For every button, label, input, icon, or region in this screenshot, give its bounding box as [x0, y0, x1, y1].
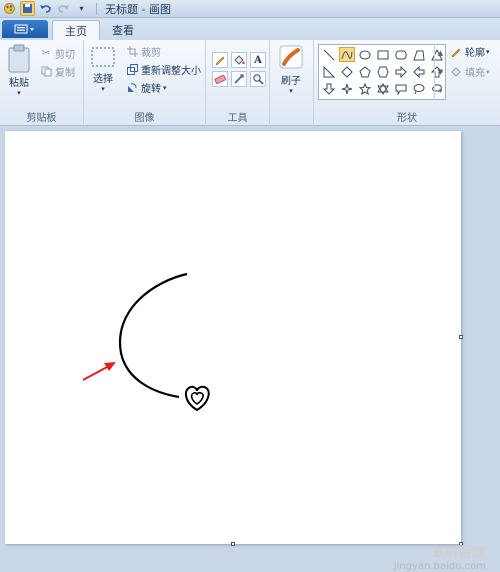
- paste-label: 粘贴: [9, 78, 29, 89]
- tools-group: A 工具: [206, 40, 270, 126]
- undo-icon[interactable]: [38, 1, 53, 16]
- paste-icon: [8, 44, 30, 73]
- window-title: 无标题 - 画图: [105, 2, 171, 16]
- diamond-shape-icon[interactable]: [339, 64, 355, 79]
- watermark-logo: Bai百度: [433, 545, 486, 561]
- oval-callout-shape-icon[interactable]: [411, 81, 427, 96]
- fill-button[interactable]: 填充 ▾: [450, 64, 490, 79]
- six-point-star-shape-icon[interactable]: [375, 81, 391, 96]
- cut-label: 剪切: [55, 50, 75, 61]
- canvas-resize-handle-bottom[interactable]: [231, 542, 235, 546]
- copy-icon: [40, 66, 52, 78]
- drawing-canvas[interactable]: [5, 131, 463, 546]
- drawn-curve: [118, 272, 188, 399]
- polygon-shape-icon[interactable]: [411, 47, 427, 62]
- tab-home[interactable]: 主页: [52, 20, 100, 40]
- paint-app-icon[interactable]: [2, 1, 17, 16]
- resize-icon: [126, 64, 138, 76]
- magnifier-icon[interactable]: [250, 71, 266, 87]
- right-arrow-shape-icon[interactable]: [393, 64, 409, 79]
- resize-label: 重新调整大小: [141, 66, 201, 77]
- left-arrow-shape-icon[interactable]: [411, 64, 427, 79]
- tools-grid: A: [212, 52, 266, 87]
- scissors-icon: ✂: [41, 48, 51, 59]
- watermark-url: jingyan.baidu.com: [393, 561, 486, 572]
- crop-button[interactable]: 裁剪: [126, 44, 161, 59]
- rotate-button[interactable]: 旋转 ▾: [126, 80, 167, 95]
- cut-button[interactable]: ✂ 剪切: [40, 46, 75, 61]
- app-menu-button[interactable]: [2, 20, 48, 38]
- title-bar: ▾ 无标题 - 画图: [0, 0, 500, 18]
- outline-icon: [450, 46, 462, 58]
- brush-icon: [279, 45, 303, 69]
- rounded-rectangle-shape-icon[interactable]: [393, 47, 409, 62]
- color-picker-icon[interactable]: [231, 71, 247, 87]
- clipboard-group: 粘贴 ▾ ✂ 剪切 复制 剪贴板: [0, 40, 84, 126]
- fill-label: 填充: [465, 68, 485, 79]
- outline-button[interactable]: 轮廓 ▾: [450, 44, 490, 59]
- ribbon: 粘贴 ▾ ✂ 剪切 复制 剪贴板 选择 ▾ 裁剪 重新调整大小 旋转 ▾ 图像 …: [0, 40, 500, 126]
- pencil-icon[interactable]: [212, 52, 228, 68]
- hexagon-shape-icon[interactable]: [375, 64, 391, 79]
- oval-shape-icon[interactable]: [357, 47, 373, 62]
- rectangle-shape-icon[interactable]: [375, 47, 391, 62]
- line-shape-icon[interactable]: [321, 47, 337, 62]
- canvas-drawing: [82, 272, 210, 412]
- brushes-button[interactable]: 刷子 ▾: [278, 44, 304, 95]
- crop-label: 裁剪: [141, 48, 161, 59]
- rotate-dropdown-icon[interactable]: ▾: [163, 84, 167, 92]
- save-icon[interactable]: [20, 1, 35, 16]
- tools-group-label: 工具: [227, 113, 248, 124]
- crop-icon: [126, 46, 138, 58]
- drawn-heart: [184, 385, 210, 412]
- fill-bucket-icon[interactable]: [231, 52, 247, 68]
- quick-access-dropdown-icon[interactable]: ▾: [74, 1, 89, 16]
- shapes-gallery: [318, 44, 446, 100]
- rounded-callout-shape-icon[interactable]: [393, 81, 409, 96]
- fill-dropdown-icon[interactable]: ▾: [486, 68, 490, 76]
- brushes-label: 刷子: [281, 76, 301, 87]
- text-tool-icon[interactable]: A: [250, 52, 266, 68]
- rotate-icon: [126, 82, 138, 94]
- eraser-icon[interactable]: [212, 71, 228, 87]
- outline-dropdown-icon[interactable]: ▾: [486, 48, 490, 56]
- redo-icon[interactable]: [56, 1, 71, 16]
- image-group-label: 图像: [134, 113, 155, 124]
- paste-button[interactable]: 粘贴 ▾: [6, 44, 32, 97]
- title-separator: [96, 2, 97, 15]
- outline-label: 轮廓: [465, 48, 485, 59]
- shapes-expand-icon[interactable]: ▾: [439, 87, 443, 95]
- shapes-scroll-up-icon[interactable]: ▲: [438, 49, 443, 57]
- brushes-dropdown-icon[interactable]: ▾: [289, 87, 293, 95]
- copy-button[interactable]: 复制: [40, 64, 75, 79]
- right-triangle-shape-icon[interactable]: [321, 64, 337, 79]
- four-point-star-shape-icon[interactable]: [339, 81, 355, 96]
- fill-icon: [450, 66, 462, 78]
- ribbon-tabs: 主页 查看: [0, 18, 500, 40]
- clipboard-group-label: 剪贴板: [26, 113, 57, 124]
- down-arrow-shape-icon[interactable]: [321, 81, 337, 96]
- shapes-group-label: 形状: [397, 113, 417, 124]
- resize-button[interactable]: 重新调整大小: [126, 62, 201, 77]
- tab-view[interactable]: 查看: [100, 20, 146, 40]
- paste-dropdown-icon[interactable]: ▾: [17, 89, 21, 97]
- select-button[interactable]: 选择 ▾: [90, 46, 116, 93]
- select-icon: [91, 47, 115, 67]
- shapes-scroll: ▲ ▼ ▾: [434, 44, 446, 100]
- shapes-scroll-down-icon[interactable]: ▼: [438, 68, 443, 76]
- select-label: 选择: [93, 74, 113, 85]
- image-group: 选择 ▾ 裁剪 重新调整大小 旋转 ▾ 图像: [84, 40, 206, 126]
- curve-shape-icon[interactable]: [339, 47, 355, 62]
- rotate-label: 旋转: [141, 84, 161, 95]
- canvas-resize-handle-right[interactable]: [459, 335, 463, 339]
- pentagon-shape-icon[interactable]: [357, 64, 373, 79]
- five-point-star-shape-icon[interactable]: [357, 81, 373, 96]
- copy-label: 复制: [55, 68, 75, 79]
- brushes-group: 刷子 ▾: [270, 40, 314, 126]
- workspace: Bai百度 jingyan.baidu.com: [0, 127, 500, 572]
- red-arrow: [82, 362, 116, 381]
- select-dropdown-icon[interactable]: ▾: [101, 85, 105, 93]
